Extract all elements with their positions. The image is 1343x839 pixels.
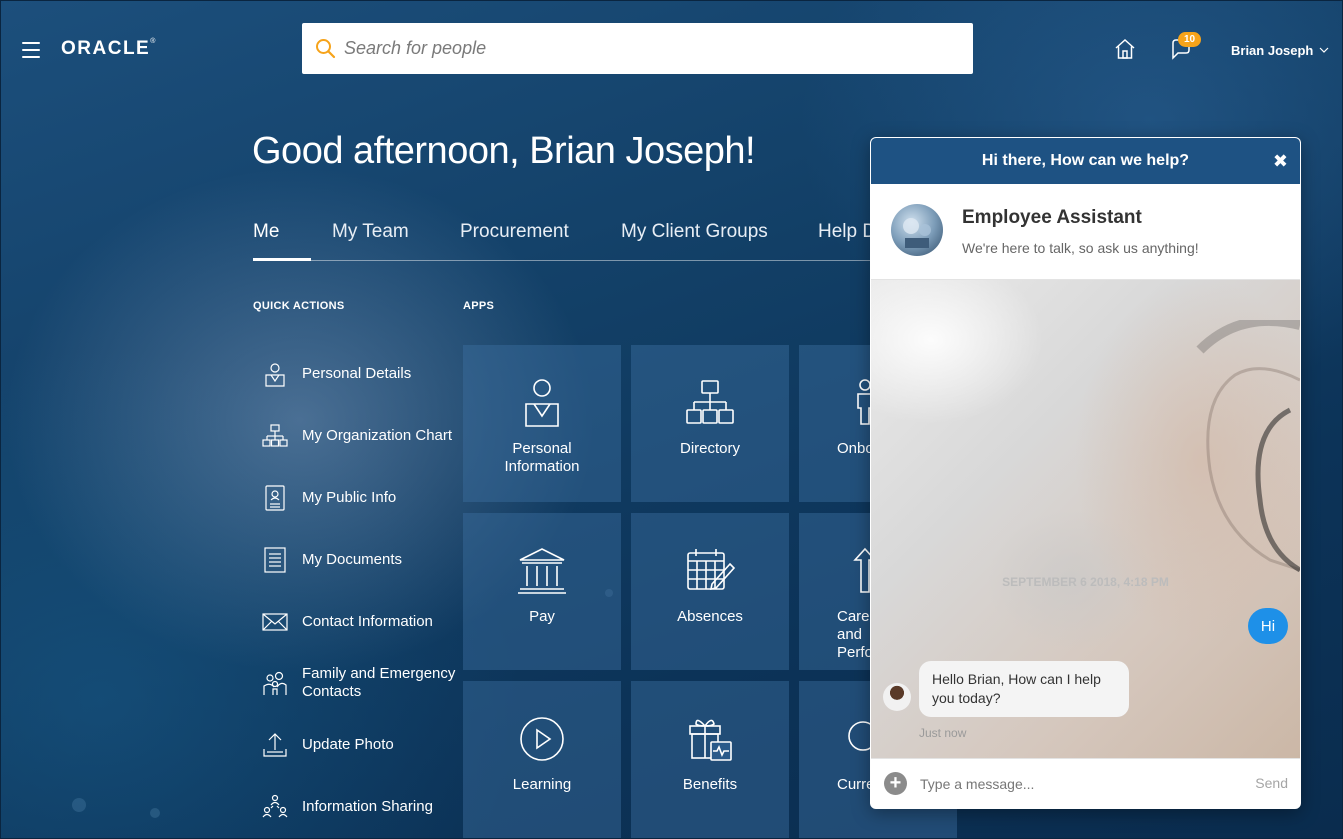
message-input[interactable] [920, 775, 1240, 792]
bot-avatar [883, 683, 911, 711]
user-name: Brian Joseph [1231, 43, 1314, 58]
assistant-info: Employee Assistant We're here to talk, s… [871, 184, 1300, 280]
play-icon [516, 714, 568, 764]
app-tile-directory[interactable]: Directory [631, 345, 789, 502]
active-tab-indicator [253, 258, 311, 261]
quick-action-family-contacts[interactable]: Family and Emergency Contacts [262, 665, 462, 701]
app-tile-learning[interactable]: Learning [463, 681, 621, 838]
tab-bar: Me My Team Procurement My Client Groups … [253, 221, 906, 261]
chat-header-title: Hi there, How can we help? [981, 152, 1190, 169]
notification-badge: 10 [1178, 32, 1202, 47]
app-tile-benefits[interactable]: Benefits [631, 681, 789, 838]
calendar-pen-icon [684, 546, 736, 596]
gift-health-icon [684, 714, 736, 764]
app-tile-absences[interactable]: Absences [631, 513, 789, 670]
close-icon[interactable]: ✖ [1273, 151, 1288, 172]
tab-me[interactable]: Me [253, 221, 279, 243]
chat-panel: Hi there, How can we help? ✖ Employee As… [870, 137, 1301, 809]
home-icon[interactable] [1113, 37, 1137, 61]
envelope-icon [262, 608, 288, 636]
quick-action-public-info[interactable]: My Public Info [262, 484, 396, 512]
search-input[interactable] [344, 38, 924, 59]
send-button[interactable]: Send [1255, 775, 1288, 791]
tab-my-client-groups[interactable]: My Client Groups [621, 221, 768, 243]
id-card-icon [262, 484, 288, 512]
bokeh-light [150, 808, 160, 818]
bot-message-bubble: Hello Brian, How can I help you today? [919, 661, 1129, 717]
chat-messages[interactable]: SEPTEMBER 6 2018, 4:18 PM Hi Hello Brian… [871, 280, 1300, 760]
assistant-name: Employee Assistant [962, 207, 1142, 228]
app-tile-personal-information[interactable]: Personal Information [463, 345, 621, 502]
quick-action-documents[interactable]: My Documents [262, 546, 402, 574]
quick-action-org-chart[interactable]: My Organization Chart [262, 422, 452, 450]
chat-input-bar: + Send [871, 758, 1300, 808]
add-attachment-icon[interactable]: + [884, 772, 907, 795]
bank-icon [516, 546, 568, 596]
sharing-icon [262, 793, 288, 821]
tab-procurement[interactable]: Procurement [460, 221, 569, 243]
directory-icon [684, 378, 736, 428]
search-bar[interactable] [302, 23, 973, 74]
bokeh-light [72, 798, 86, 812]
person-icon [516, 378, 568, 428]
quick-actions-heading: QUICK ACTIONS [253, 300, 345, 312]
quick-action-personal-details[interactable]: Personal Details [262, 360, 411, 388]
chevron-down-icon [1319, 47, 1329, 53]
oracle-logo[interactable]: ORACLE® [61, 38, 157, 60]
user-message-bubble: Hi [1248, 608, 1288, 644]
person-badge-icon [262, 360, 288, 388]
user-menu[interactable]: Brian Joseph [1231, 43, 1329, 58]
org-chart-icon [262, 422, 288, 450]
chat-header: Hi there, How can we help? ✖ [871, 138, 1300, 184]
document-icon [262, 546, 288, 574]
hamburger-menu-icon[interactable] [22, 42, 40, 58]
date-separator: SEPTEMBER 6 2018, 4:18 PM [1002, 575, 1169, 589]
upload-icon [262, 731, 288, 759]
message-timestamp: Just now [919, 726, 967, 740]
quick-action-contact-info[interactable]: Contact Information [262, 608, 433, 636]
apps-heading: APPS [463, 300, 495, 312]
greeting-title: Good afternoon, Brian Joseph! [252, 130, 756, 172]
quick-action-info-sharing[interactable]: Information Sharing [262, 793, 433, 821]
quick-action-update-photo[interactable]: Update Photo [262, 731, 394, 759]
robot-avatar [891, 204, 943, 256]
app-tile-pay[interactable]: Pay [463, 513, 621, 670]
tab-my-team[interactable]: My Team [332, 221, 409, 243]
family-icon [262, 669, 288, 697]
assistant-subtitle: We're here to talk, so ask us anything! [962, 240, 1199, 256]
search-icon [315, 38, 337, 60]
